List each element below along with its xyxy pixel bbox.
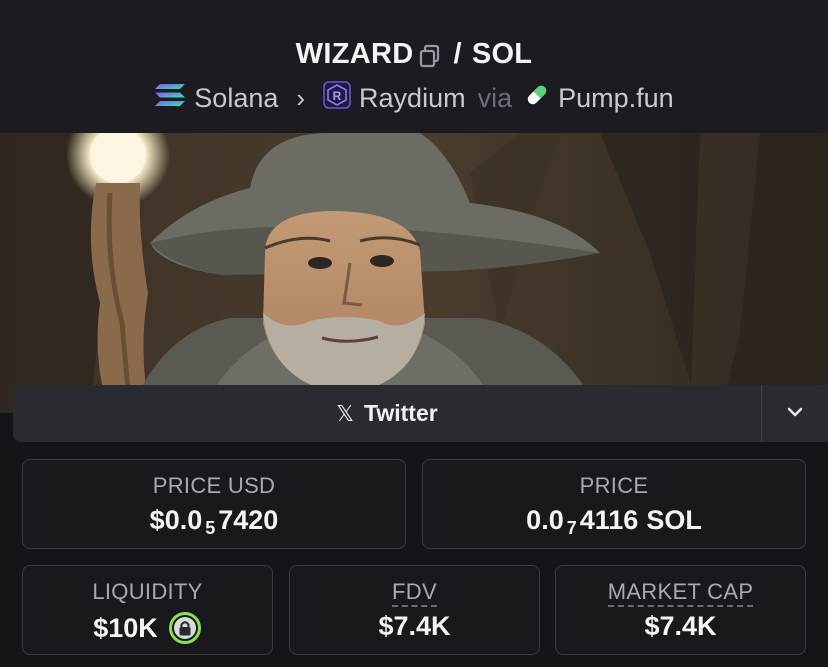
price-native-prefix: 0.0 [526,505,564,535]
price-usd-zero-count: 5 [205,518,216,538]
svg-text:R: R [333,89,342,103]
via-label: via [477,82,513,113]
fdv-value: $7.4K [378,611,451,641]
fdv-label[interactable]: FDV [392,579,437,607]
social-dropdown-toggle[interactable] [761,385,828,442]
copy-address-icon[interactable] [419,43,441,68]
chain-link[interactable]: Solana [194,83,278,114]
price-native-value: 0.0 7 4116 SOL [423,505,805,538]
price-usd-card: PRICE USD $0.0 5 7420 [22,459,406,549]
twitter-button[interactable]: 𝕏 Twitter [13,385,761,442]
liquidity-card: LIQUIDITY $10K [22,565,273,655]
dex-link[interactable]: Raydium [359,83,466,114]
twitter-label: Twitter [364,400,438,426]
price-native-label: PRICE [579,473,649,498]
pair-separator: / [453,37,462,70]
price-native-digits: 4116 [579,505,639,535]
token-symbol: WIZARD [295,37,414,70]
price-usd-label: PRICE USD [152,473,276,498]
price-native-card: PRICE 0.0 7 4116 SOL [422,459,806,549]
quote-symbol: SOL [471,37,533,70]
pair-title: WIZARD / SOL [0,34,828,74]
market-cap-label[interactable]: MARKET CAP [607,579,754,607]
market-cap-label-wrap: MARKET CAP [556,579,805,607]
fdv-card: FDV $7.4K [289,565,540,655]
liquidity-value: $10K [93,612,158,643]
pill-icon [524,82,550,115]
liquidity-lock-icon[interactable] [168,611,202,645]
breadcrumb: Solana › R Raydium via Pump.fun [0,78,828,118]
launchpad-link[interactable]: Pump.fun [558,83,674,114]
market-cap-card: MARKET CAP $7.4K [555,565,806,655]
liquidity-label: LIQUIDITY [92,579,203,604]
price-native-unit: SOL [646,505,702,535]
solana-icon [154,83,186,114]
token-banner-image [0,133,828,413]
raydium-icon: R [323,80,351,116]
x-logo-icon: 𝕏 [336,400,355,426]
pair-header: WIZARD / SOL Solana › R Raydium via Pump… [0,0,828,133]
price-usd-prefix: $0.0 [149,505,203,535]
market-cap-value: $7.4K [644,611,717,641]
chevron-right-icon: › [296,82,306,113]
price-usd-digits: 7420 [218,505,279,535]
price-native-zero-count: 7 [566,518,577,538]
social-links-bar: 𝕏 Twitter [13,385,828,442]
liquidity-value-row: $10K [23,611,272,645]
price-usd-value: $0.0 5 7420 [23,505,405,538]
chevron-down-icon [786,405,804,423]
fdv-label-wrap: FDV [290,579,539,607]
